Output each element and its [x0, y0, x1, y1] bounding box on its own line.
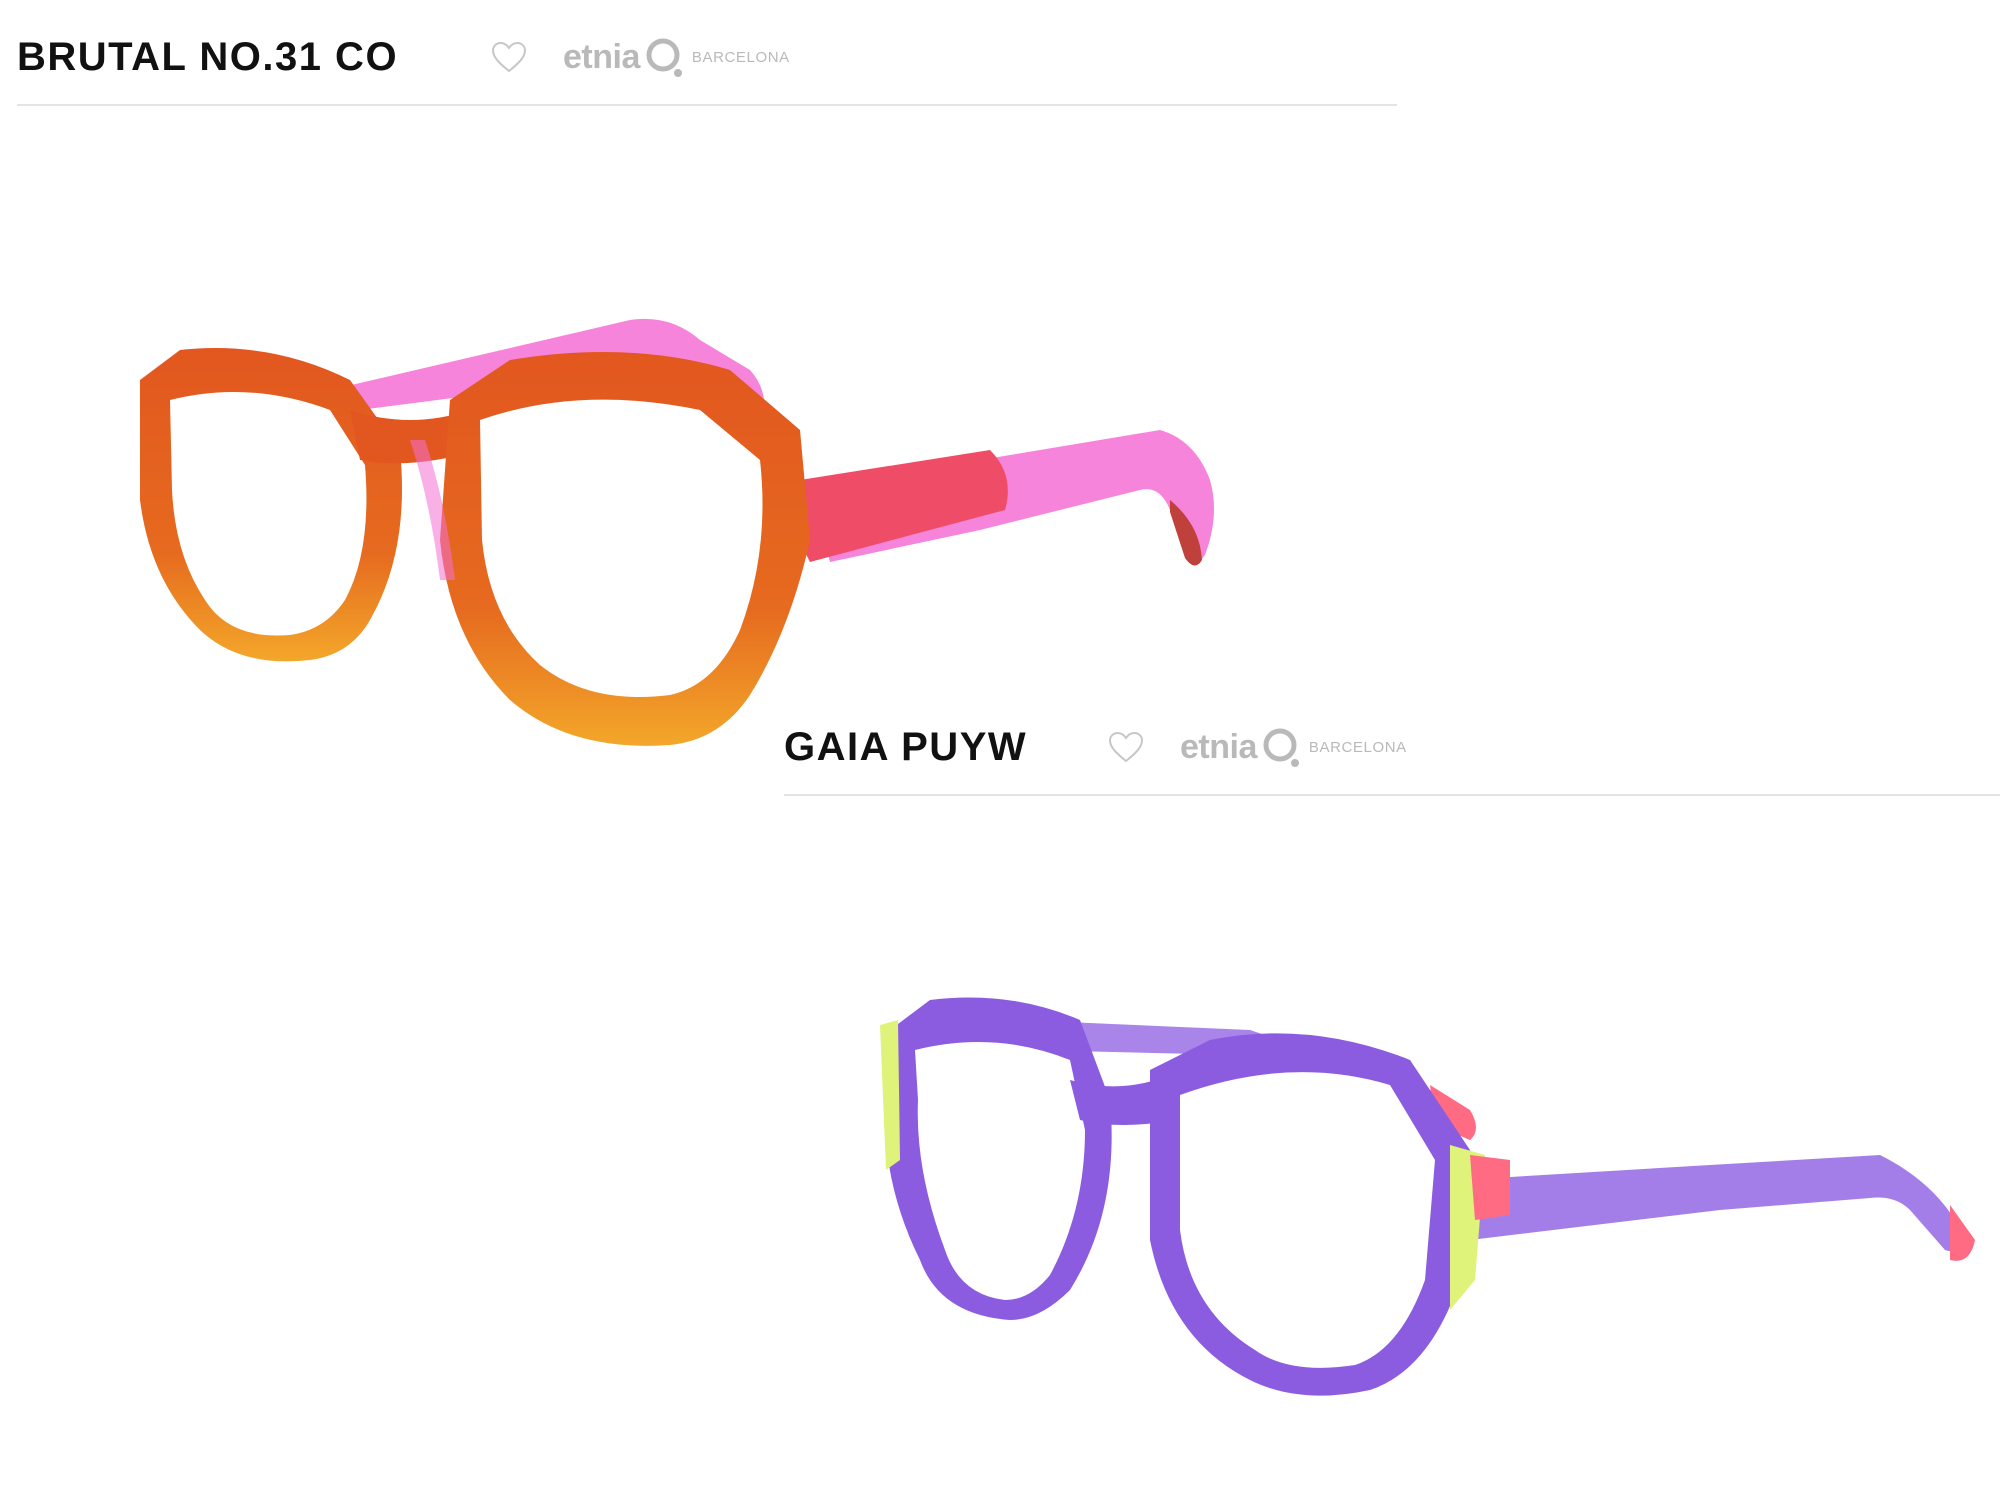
favorite-button[interactable]: [1106, 727, 1146, 767]
product-title[interactable]: BRUTAL NO.31 CO: [17, 35, 489, 80]
front-temple: [1460, 1155, 1970, 1252]
etnia-logo-icon: [1263, 728, 1299, 767]
product-header-brutal: BRUTAL NO.31 CO etnia BARCELONA: [17, 10, 1397, 106]
favorite-button[interactable]: [489, 37, 529, 77]
product-title[interactable]: GAIA PUYW: [784, 725, 1106, 770]
product-header-gaia: GAIA PUYW etnia BARCELONA: [784, 700, 2000, 796]
brand-city: BARCELONA: [1308, 738, 1407, 756]
right-accent-pink: [1470, 1155, 1510, 1220]
front-temple-tip: [1950, 1205, 1975, 1261]
glasses-illustration: [880, 997, 1975, 1396]
left-accent-yellow: [880, 1020, 900, 1170]
brand-wordmark: etnia: [563, 37, 640, 76]
brand-logo[interactable]: etnia BARCELONA: [1180, 725, 1407, 769]
brand-logo[interactable]: etnia BARCELONA: [563, 35, 790, 79]
brand-wordmark: etnia: [1180, 727, 1257, 766]
brand-city: BARCELONA: [691, 48, 790, 66]
product-image-gaia[interactable]: [870, 980, 2000, 1410]
heart-outline-icon: [491, 41, 527, 73]
heart-outline-icon: [1108, 731, 1144, 763]
etnia-logo-icon: [646, 38, 682, 77]
